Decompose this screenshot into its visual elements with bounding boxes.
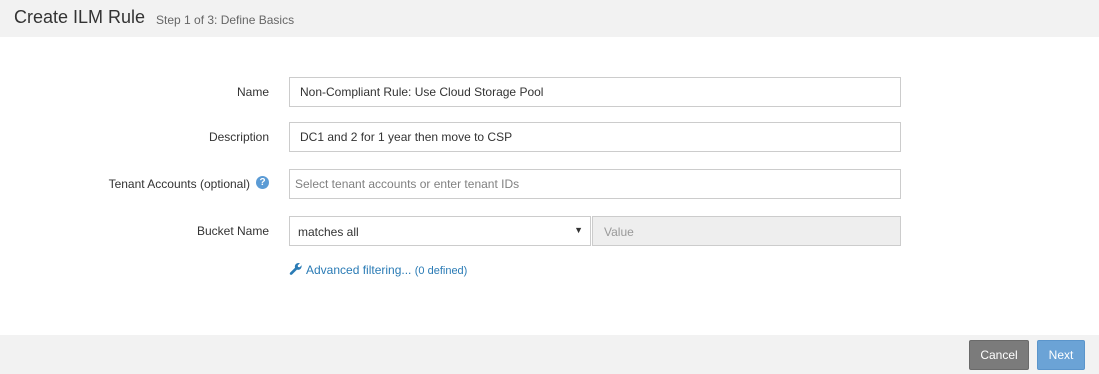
question-circle-icon[interactable]: ? (256, 176, 269, 189)
wrench-icon (289, 262, 302, 275)
chevron-down-icon: ▼ (574, 225, 583, 235)
page-footer (0, 335, 1099, 374)
selected-operator: matches all (298, 225, 359, 239)
page-title: Create ILM Rule (14, 7, 146, 27)
name-label: Name (236, 85, 269, 99)
page-header: Create ILM Rule Step 1 of 3: Define Basi… (0, 0, 1099, 37)
name-input[interactable] (289, 77, 901, 107)
step-indicator: Step 1 of 3: Define Basics (156, 13, 295, 27)
bucket-name-label: Bucket Name (196, 224, 269, 238)
bucket-name-operator-select[interactable]: matches all ▼ (289, 216, 591, 246)
bucket-name-value-input[interactable]: Value (592, 216, 901, 246)
advanced-filtering-label: Advanced filtering... (306, 263, 412, 277)
advanced-filtering-link[interactable]: Advanced filtering... (0 defined) (289, 262, 467, 277)
description-label: Description (208, 130, 269, 144)
cancel-button[interactable]: Cancel (969, 340, 1029, 370)
next-button[interactable]: Next (1037, 340, 1085, 370)
advanced-filtering-count: (0 defined) (414, 265, 468, 277)
description-input[interactable] (289, 122, 901, 152)
value-placeholder: Value (604, 225, 634, 239)
tenant-accounts-input[interactable] (289, 169, 901, 199)
tenant-accounts-label: Tenant Accounts (optional) (108, 177, 250, 191)
